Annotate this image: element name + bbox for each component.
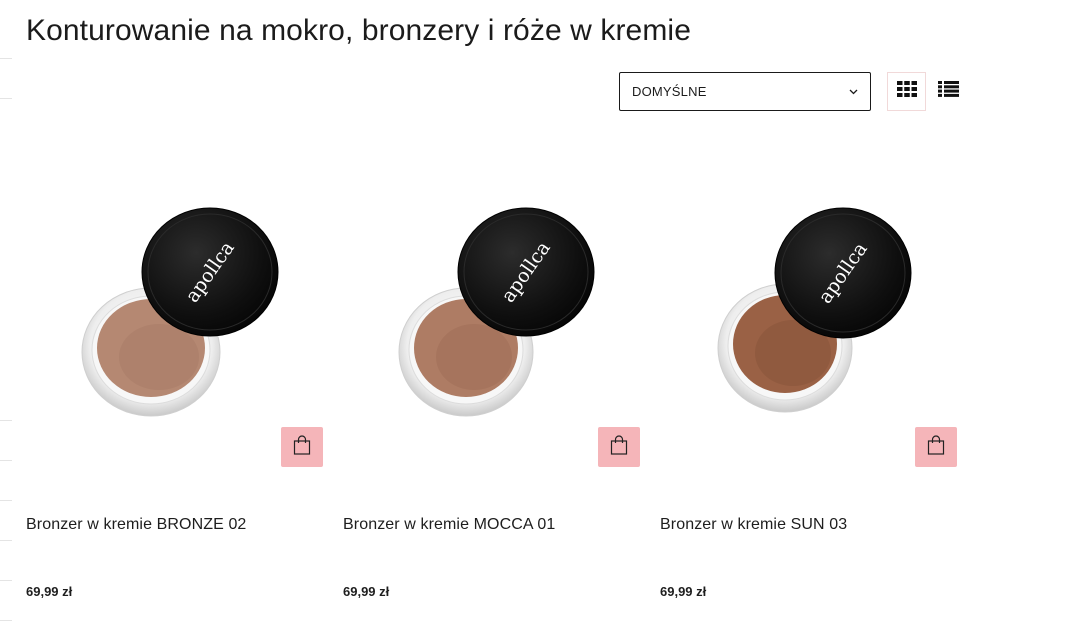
- product-price: 69,99 zł: [26, 584, 73, 599]
- left-edge-dividers: [0, 0, 12, 635]
- product-name[interactable]: Bronzer w kremie MOCCA 01: [343, 516, 555, 534]
- sort-select[interactable]: DOMYŚLNE: [619, 72, 871, 111]
- product-card[interactable]: apollca Bronzer w kremie SUN 03 69,99 zł: [660, 150, 958, 620]
- list-view-button[interactable]: [930, 72, 966, 111]
- page-title: Konturowanie na mokro, bronzery i róże w…: [26, 14, 691, 47]
- add-to-cart-button[interactable]: [281, 427, 323, 467]
- add-to-cart-button[interactable]: [598, 427, 640, 467]
- shopping-bag-icon: [293, 434, 311, 460]
- sort-selected-value: DOMYŚLNE: [632, 84, 707, 99]
- shopping-bag-icon: [927, 434, 945, 460]
- product-card[interactable]: apollca Bronzer w kremie BRONZE 02 69,99…: [26, 150, 324, 620]
- list-icon: [937, 81, 959, 102]
- product-image[interactable]: apollca: [26, 150, 324, 480]
- product-image[interactable]: apollca: [660, 150, 958, 480]
- product-name[interactable]: Bronzer w kremie BRONZE 02: [26, 516, 246, 534]
- shopping-bag-icon: [610, 434, 628, 460]
- product-name[interactable]: Bronzer w kremie SUN 03: [660, 516, 847, 534]
- product-price: 69,99 zł: [343, 584, 390, 599]
- product-card[interactable]: apollca Bronzer w kremie MOCCA 01 69,99 …: [343, 150, 641, 620]
- grid-view-button[interactable]: [887, 72, 926, 111]
- add-to-cart-button[interactable]: [915, 427, 957, 467]
- chevron-down-icon: [848, 87, 858, 97]
- grid-icon: [896, 81, 917, 102]
- product-image[interactable]: apollca: [343, 150, 641, 480]
- category-page: Konturowanie na mokro, bronzery i róże w…: [0, 0, 1077, 635]
- product-price: 69,99 zł: [660, 584, 707, 599]
